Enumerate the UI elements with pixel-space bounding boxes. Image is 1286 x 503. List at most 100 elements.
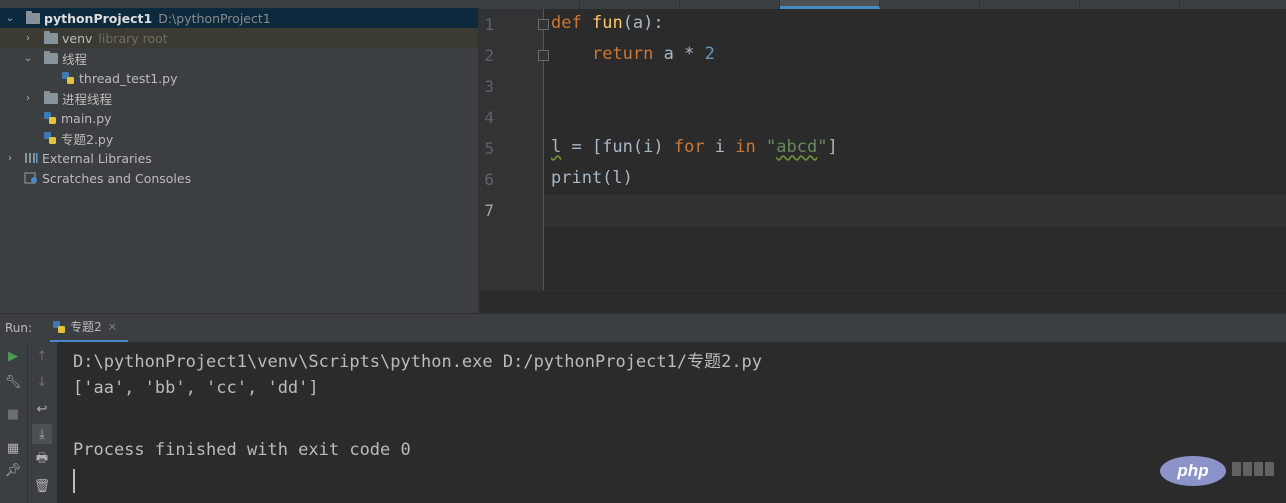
line-number: 3	[484, 77, 494, 96]
code-editor[interactable]: 1 2 3 4 5 6 7 def fun(a): return a * 2 l…	[480, 9, 1286, 290]
run-tab-label: 专题2	[70, 320, 102, 334]
folder-icon	[26, 10, 40, 24]
console-caret	[73, 469, 75, 493]
line-number: 6	[484, 170, 494, 189]
tree-item-label: 进程线程	[62, 91, 113, 107]
code-line-5[interactable]: l = [fun(i) for i in "abcd"]	[551, 137, 838, 157]
folder-icon	[44, 30, 58, 44]
assignment-text: = [fun(i)	[561, 137, 674, 157]
string-quote-close: "	[817, 137, 828, 157]
project-root-name: pythonProject1	[44, 10, 153, 26]
python-run-icon	[53, 320, 66, 333]
string-quote-open: "	[766, 137, 777, 157]
variable-l: l	[551, 137, 562, 157]
tree-item-label: External Libraries	[42, 150, 152, 166]
run-toolbar-console: ↑ ↓ ↩ ⤓ 🖶︎ 🗑︎	[27, 342, 57, 503]
trash-icon[interactable]: 🗑︎	[32, 476, 52, 496]
loop-var: i	[704, 137, 736, 157]
function-params: (a):	[622, 13, 664, 33]
return-expression: a *	[653, 44, 705, 64]
chevron-right-icon[interactable]: ›	[22, 32, 34, 44]
wrench-icon[interactable]: 🔧︎	[3, 372, 23, 392]
console-command-line: D:\pythonProject1\venv\Scripts\python.ex…	[73, 352, 763, 372]
tree-row-external-libraries[interactable]: › External Libraries	[0, 148, 478, 168]
fold-marker-icon[interactable]	[538, 19, 549, 30]
tree-row-main-py[interactable]: main.py	[0, 108, 478, 128]
editor-tab[interactable]	[580, 0, 680, 9]
run-console[interactable]: ▶ 🔧︎ ■ ▦ 📌︎ ↑ ↓ ↩ ⤓ 🖶︎ 🗑︎ D:\pythonProje…	[0, 342, 1286, 503]
python-file-icon	[62, 72, 74, 84]
project-root-path: D:\pythonProject1	[158, 10, 271, 26]
editor-tab[interactable]	[880, 0, 980, 9]
print-icon[interactable]: 🖶︎	[32, 450, 52, 470]
pin-icon[interactable]: 📌︎	[3, 460, 23, 480]
keyword-for: for	[673, 137, 705, 157]
folder-icon	[44, 50, 58, 64]
current-line-highlight	[480, 195, 1286, 226]
editor-tab-strip	[480, 0, 1286, 9]
line-number: 2	[484, 46, 494, 65]
fold-end-marker-icon[interactable]	[538, 50, 549, 61]
console-exit-line: Process finished with exit code 0	[73, 440, 411, 460]
tree-item-label: venv	[62, 30, 93, 46]
editor-bottom-area	[480, 290, 1286, 313]
tree-row-thread-folder[interactable]: ⌄ 线程	[0, 48, 478, 68]
code-line-2[interactable]: return a * 2	[551, 44, 715, 64]
arrow-up-icon[interactable]: ↑	[32, 346, 52, 366]
scroll-to-end-icon[interactable]: ⤓	[32, 424, 52, 444]
tree-item-label: thread_test1.py	[79, 70, 178, 86]
tree-row-topic2-py[interactable]: 专题2.py	[0, 128, 478, 148]
python-file-icon	[44, 132, 56, 144]
tree-item-label: 专题2.py	[61, 131, 114, 147]
stop-icon[interactable]: ■	[3, 404, 23, 424]
watermark-text-mark	[1232, 462, 1276, 478]
line-number: 5	[484, 139, 494, 158]
arrow-down-icon[interactable]: ↓	[32, 372, 52, 392]
line-number-current: 7	[484, 201, 494, 220]
chevron-right-icon[interactable]: ›	[4, 152, 16, 164]
tree-row-process-thread-folder[interactable]: › 进程线程	[0, 88, 478, 108]
editor-tab-active[interactable]	[780, 0, 880, 9]
run-panel-header: Run: 专题2 ×	[0, 313, 1286, 343]
tree-row-scratches[interactable]: Scratches and Consoles	[0, 168, 478, 188]
keyword-in: in	[735, 137, 756, 157]
bracket-close: ]	[827, 137, 838, 157]
project-tool-window: ⌄ pythonProject1 D:\pythonProject1 › ven…	[0, 8, 478, 313]
editor-tab[interactable]	[980, 0, 1080, 9]
tree-item-label: 线程	[62, 51, 88, 67]
tree-row-thread-test1[interactable]: thread_test1.py	[0, 68, 478, 88]
chevron-down-icon[interactable]: ⌄	[4, 12, 16, 24]
number-literal: 2	[704, 44, 715, 64]
keyword-def: def	[551, 13, 582, 33]
tree-item-label: main.py	[61, 110, 112, 126]
editor-tab[interactable]	[1080, 0, 1180, 9]
run-tab-topic2[interactable]: 专题2 ×	[50, 313, 129, 343]
folder-icon	[44, 90, 58, 104]
chevron-right-icon[interactable]: ›	[22, 92, 34, 104]
chevron-down-icon[interactable]: ⌄	[22, 52, 34, 64]
run-label: Run:	[5, 321, 33, 335]
scratches-icon	[24, 172, 37, 184]
tree-row-venv[interactable]: › venv library root	[0, 28, 478, 48]
library-icon	[25, 153, 38, 163]
string-literal: abcd	[776, 137, 818, 157]
function-name: fun	[591, 13, 623, 33]
library-root-hint: library root	[98, 30, 168, 46]
rerun-icon[interactable]: ▶	[3, 346, 23, 366]
tree-row-project-root[interactable]: ⌄ pythonProject1 D:\pythonProject1	[0, 8, 478, 28]
editor-tab[interactable]	[480, 0, 580, 9]
close-icon[interactable]: ×	[108, 320, 117, 333]
soft-wrap-icon[interactable]: ↩	[32, 399, 52, 419]
code-line-6[interactable]: print(l)	[551, 168, 633, 188]
line-number: 1	[484, 15, 494, 34]
code-line-1[interactable]: def fun(a):	[551, 13, 664, 33]
layout-icon[interactable]: ▦	[3, 438, 23, 458]
editor-tab[interactable]	[680, 0, 780, 9]
tree-item-label: Scratches and Consoles	[42, 170, 192, 186]
keyword-return: return	[591, 44, 654, 64]
line-number: 4	[484, 108, 494, 127]
console-output-line: ['aa', 'bb', 'cc', 'dd']	[73, 378, 319, 398]
php-watermark-logo: php	[1160, 456, 1226, 486]
run-toolbar-left: ▶ 🔧︎ ■ ▦ 📌︎	[0, 342, 27, 503]
